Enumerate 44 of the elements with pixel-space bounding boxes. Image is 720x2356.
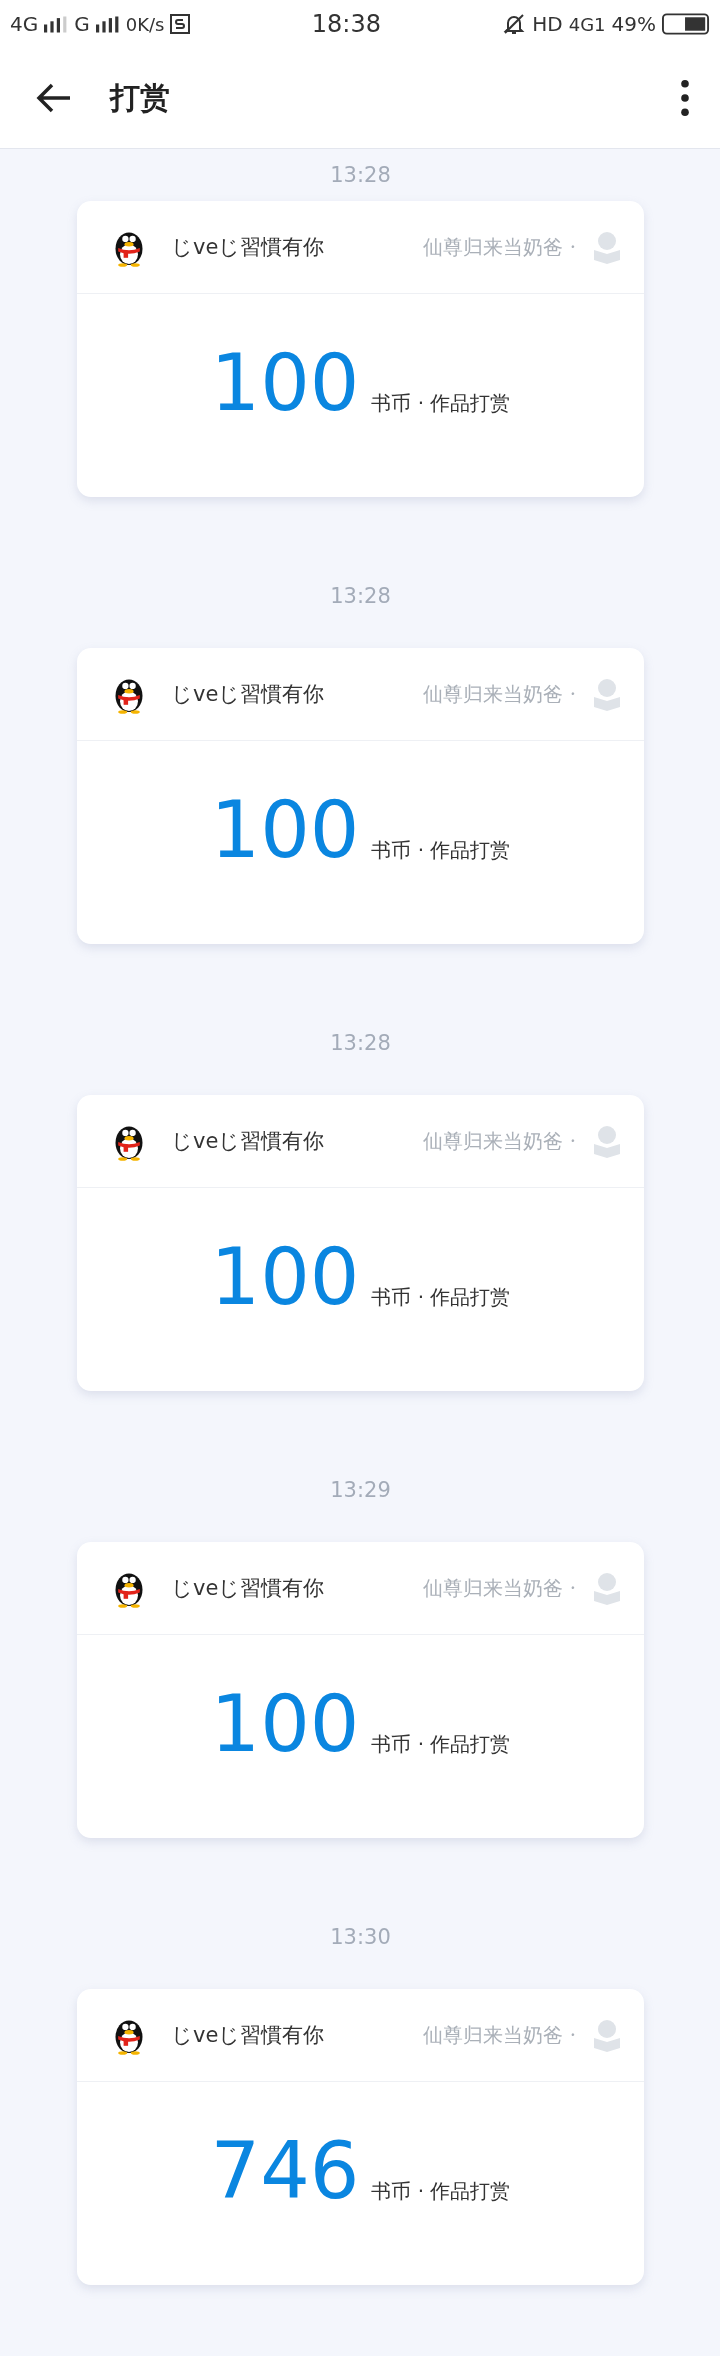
reward-amount: 746	[210, 2132, 360, 2210]
user-name: じveじ習慣有你	[171, 1575, 325, 1602]
signal-icon	[44, 15, 69, 33]
user-name: じveじ習慣有你	[171, 681, 325, 708]
user-name: じveじ習慣有你	[171, 2022, 325, 2049]
reward-amount: 100	[210, 1685, 360, 1763]
reader-avatar-icon	[592, 1571, 622, 1605]
reward-unit: 书币 · 作品打赏	[371, 837, 511, 864]
book-title: 仙尊归来当奶爸 ·	[423, 2021, 576, 2049]
app-notification-icon	[170, 14, 191, 34]
book-title: 仙尊归来当奶爸 ·	[423, 233, 576, 261]
timestamp: 13:30	[330, 1925, 391, 1949]
reader-avatar-icon	[592, 2018, 622, 2052]
reader-avatar-icon	[592, 230, 622, 264]
battery-percent: 49%	[611, 12, 656, 36]
reward-unit: 书币 · 作品打赏	[371, 1731, 511, 1758]
mute-bell-icon	[502, 12, 527, 36]
battery-icon	[662, 13, 710, 35]
book-title: 仙尊归来当奶爸 ·	[423, 1574, 576, 1602]
reward-amount: 100	[210, 791, 360, 869]
reward-unit: 书币 · 作品打赏	[371, 390, 511, 417]
reward-unit: 书币 · 作品打赏	[371, 2178, 511, 2205]
clock: 18:38	[311, 10, 381, 38]
timestamp: 13:28	[330, 163, 391, 187]
user-name: じveじ習慣有你	[171, 234, 325, 261]
network-label: 4G1	[568, 13, 606, 35]
reward-amount: 100	[210, 1238, 360, 1316]
reward-amount: 100	[210, 344, 360, 422]
user-name: じveじ習慣有你	[171, 1128, 325, 1155]
network-label: 4G	[10, 12, 39, 36]
more-options-icon[interactable]	[680, 79, 690, 117]
reward-unit: 书币 · 作品打赏	[371, 1284, 511, 1311]
hd-label: HD	[532, 12, 563, 36]
network-label: G	[74, 12, 90, 36]
book-title: 仙尊归来当奶爸 ·	[423, 1127, 576, 1155]
signal-icon	[95, 15, 120, 33]
book-title: 仙尊归来当奶爸 ·	[423, 680, 576, 708]
network-speed: 0K/s	[125, 13, 165, 35]
page-title: 打赏	[110, 78, 170, 117]
timestamp: 13:28	[330, 584, 391, 608]
timestamp: 13:29	[330, 1478, 391, 1502]
reader-avatar-icon	[592, 1124, 622, 1158]
timestamp: 13:28	[330, 1031, 391, 1055]
reader-avatar-icon	[592, 677, 622, 711]
